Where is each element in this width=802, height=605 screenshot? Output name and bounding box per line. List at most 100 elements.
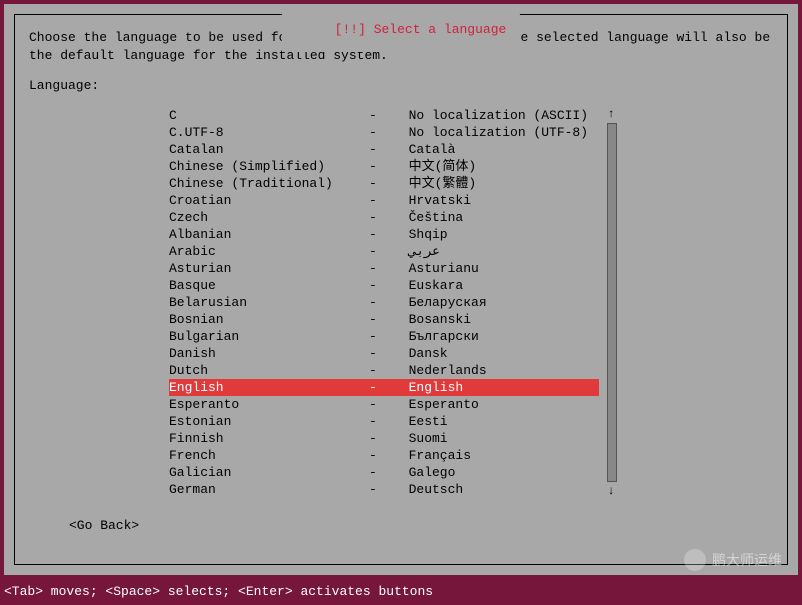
language-option[interactable]: Albanian- Shqip	[169, 226, 599, 243]
language-name: Chinese (Simplified)	[169, 158, 369, 175]
language-name: Finnish	[169, 430, 369, 447]
scroll-up-arrow-icon[interactable]: ↑	[605, 107, 617, 121]
language-name: C.UTF-8	[169, 124, 369, 141]
language-native: No localization (UTF-8)	[393, 124, 599, 141]
watermark: 鹏大师运维	[684, 549, 782, 571]
keybinding-hint: <Tab> moves; <Space> selects; <Enter> ac…	[4, 584, 798, 599]
language-native: Euskara	[393, 277, 599, 294]
dialog-content: Choose the language to be used for the i…	[15, 15, 787, 541]
go-back-button[interactable]: <Go Back>	[69, 518, 139, 533]
language-native: Български	[393, 328, 599, 345]
language-option[interactable]: Bosnian- Bosanski	[169, 311, 599, 328]
language-option[interactable]: C.UTF-8- No localization (UTF-8)	[169, 124, 599, 141]
separator: -	[369, 260, 393, 277]
language-name: Chinese (Traditional)	[169, 175, 369, 192]
language-option[interactable]: Danish- Dansk	[169, 345, 599, 362]
language-name: Albanian	[169, 226, 369, 243]
separator: -	[369, 226, 393, 243]
language-name: German	[169, 481, 369, 498]
language-option[interactable]: Esperanto- Esperanto	[169, 396, 599, 413]
language-native: Eesti	[393, 413, 599, 430]
language-name: Bosnian	[169, 311, 369, 328]
language-option[interactable]: Catalan- Català	[169, 141, 599, 158]
separator: -	[369, 141, 393, 158]
separator: -	[369, 413, 393, 430]
language-name: C	[169, 107, 369, 124]
separator: -	[369, 328, 393, 345]
language-option[interactable]: Belarusian- Беларуская	[169, 294, 599, 311]
language-native: Galego	[393, 464, 599, 481]
language-list[interactable]: ↑ ↓ C- No localization (ASCII)C.UTF-8- N…	[169, 107, 599, 498]
separator: -	[369, 447, 393, 464]
language-native: Nederlands	[393, 362, 599, 379]
language-option[interactable]: Basque- Euskara	[169, 277, 599, 294]
language-native: No localization (ASCII)	[393, 107, 599, 124]
language-native: Deutsch	[393, 481, 599, 498]
language-native: English	[393, 379, 599, 396]
language-option[interactable]: Finnish- Suomi	[169, 430, 599, 447]
field-label: Language:	[29, 78, 773, 93]
language-option[interactable]: Chinese (Traditional)- 中文(繁體)	[169, 175, 599, 192]
separator: -	[369, 158, 393, 175]
language-option[interactable]: Estonian- Eesti	[169, 413, 599, 430]
title-marker: [!!]	[335, 22, 374, 37]
language-native: Français	[393, 447, 599, 464]
scrollbar-track[interactable]	[607, 123, 617, 482]
title-text: Select a language	[374, 22, 507, 37]
dialog-frame: [!!] Select a language Choose the langua…	[14, 14, 788, 565]
language-name: Galician	[169, 464, 369, 481]
separator: -	[369, 379, 393, 396]
language-name: Asturian	[169, 260, 369, 277]
language-native: 中文(简体)	[393, 158, 599, 175]
separator: -	[369, 430, 393, 447]
language-name: Croatian	[169, 192, 369, 209]
language-option[interactable]: C- No localization (ASCII)	[169, 107, 599, 124]
separator: -	[369, 209, 393, 226]
language-name: French	[169, 447, 369, 464]
language-name: English	[169, 379, 369, 396]
separator: -	[369, 311, 393, 328]
language-option[interactable]: English- English	[169, 379, 599, 396]
separator: -	[369, 362, 393, 379]
language-name: Arabic	[169, 243, 369, 260]
language-name: Dutch	[169, 362, 369, 379]
language-native: 中文(繁體)	[393, 175, 599, 192]
language-name: Danish	[169, 345, 369, 362]
language-option[interactable]: Croatian- Hrvatski	[169, 192, 599, 209]
language-option[interactable]: Czech- Čeština	[169, 209, 599, 226]
language-option[interactable]: French- Français	[169, 447, 599, 464]
language-native: Català	[393, 141, 599, 158]
watermark-icon	[684, 549, 706, 571]
language-option[interactable]: Asturian- Asturianu	[169, 260, 599, 277]
language-native: عربي	[393, 243, 599, 260]
language-option[interactable]: Galician- Galego	[169, 464, 599, 481]
dialog-title: [!!] Select a language	[282, 7, 520, 52]
separator: -	[369, 294, 393, 311]
language-native: Беларуская	[393, 294, 599, 311]
language-option[interactable]: Dutch- Nederlands	[169, 362, 599, 379]
language-option[interactable]: Chinese (Simplified)- 中文(简体)	[169, 158, 599, 175]
language-name: Czech	[169, 209, 369, 226]
language-name: Basque	[169, 277, 369, 294]
separator: -	[369, 107, 393, 124]
language-option[interactable]: Bulgarian- Български	[169, 328, 599, 345]
separator: -	[369, 464, 393, 481]
scroll-down-arrow-icon[interactable]: ↓	[605, 484, 617, 498]
language-name: Belarusian	[169, 294, 369, 311]
dialog-outer: [!!] Select a language Choose the langua…	[4, 4, 798, 575]
language-name: Catalan	[169, 141, 369, 158]
language-native: Hrvatski	[393, 192, 599, 209]
separator: -	[369, 192, 393, 209]
language-name: Estonian	[169, 413, 369, 430]
separator: -	[369, 396, 393, 413]
language-option[interactable]: German- Deutsch	[169, 481, 599, 498]
separator: -	[369, 243, 393, 260]
language-native: Bosanski	[393, 311, 599, 328]
separator: -	[369, 175, 393, 192]
language-name: Bulgarian	[169, 328, 369, 345]
separator: -	[369, 124, 393, 141]
language-native: Dansk	[393, 345, 599, 362]
language-native: Čeština	[393, 209, 599, 226]
language-option[interactable]: Arabic- عربي	[169, 243, 599, 260]
language-name: Esperanto	[169, 396, 369, 413]
